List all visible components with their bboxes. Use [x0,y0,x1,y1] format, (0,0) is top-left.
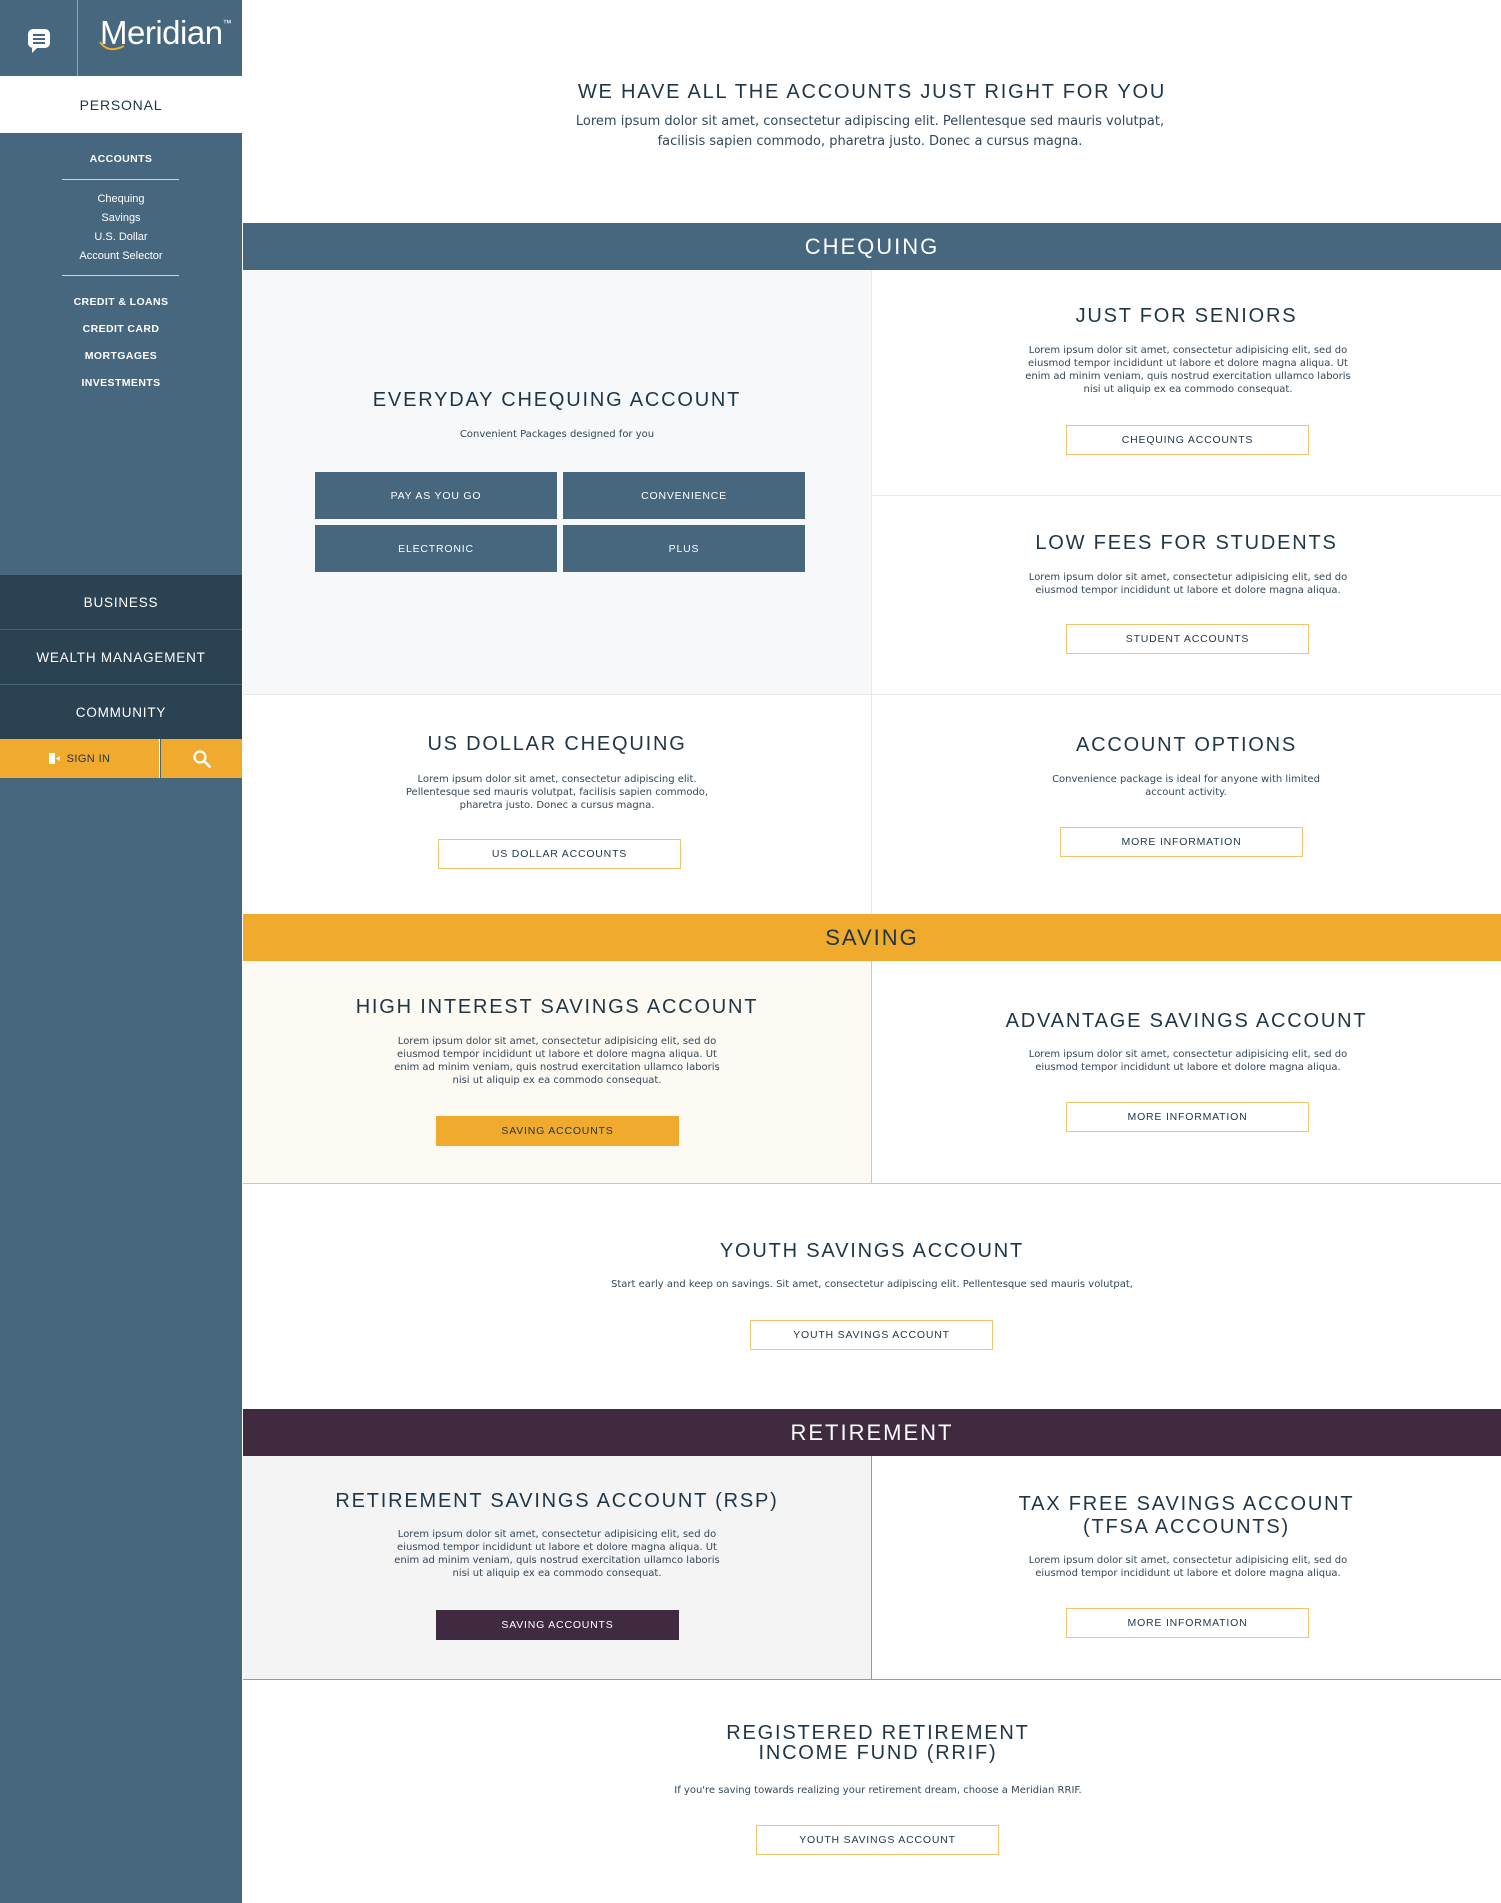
sidebar-item-us-dollar[interactable]: U.S. Dollar [0,231,242,243]
sidebar: Meridian™ PERSONAL ACCOUNTS Chequing Sav… [0,0,242,1903]
sidebar-item-credit-card[interactable]: CREDIT CARD [0,323,242,335]
us-dollar-accounts-button[interactable]: US DOLLAR ACCOUNTS [438,839,681,869]
advantage-more-button[interactable]: MORE INFORMATION [1066,1102,1309,1132]
divider [243,1183,1501,1184]
saving-accounts-button[interactable]: SAVING ACCOUNTS [436,1116,679,1146]
divider [871,270,872,914]
tfsa-more-button[interactable]: MORE INFORMATION [1066,1608,1309,1638]
nav-business[interactable]: BUSINESS [0,575,242,629]
account-options-text: Convenience package is ideal for anyone … [1052,774,1320,798]
divider [243,1679,1501,1680]
tfsa-title-line2: (TFSA ACCOUNTS) [1082,1516,1290,1538]
youth-title: YOUTH SAVINGS ACCOUNT [719,1240,1025,1262]
rsp-title: RETIREMENT SAVINGS ACCOUNT (RSP) [335,1490,779,1512]
rrif-title-line2: INCOME FUND (RRIF) [758,1742,998,1764]
sidebar-item-investments[interactable]: INVESTMENTS [0,377,242,389]
rsp-text: Lorem ipsum dolor sit amet, consectetur … [394,1529,720,1579]
everyday-chequing-title: EVERYDAY CHEQUING ACCOUNT [372,389,742,411]
divider [62,275,179,276]
divider [871,961,872,1183]
tfsa-title-line1: TAX FREE SAVINGS ACCOUNT [1018,1493,1355,1515]
everyday-chequing-subtitle: Convenient Packages designed for you [459,429,655,440]
sign-in-label: SIGN IN [66,752,111,765]
account-options-title: ACCOUNT OPTIONS [1075,734,1298,756]
menu-button[interactable] [0,0,78,76]
divider [62,179,179,180]
tab-personal[interactable]: PERSONAL [0,76,242,133]
nav-wealth-management[interactable]: WEALTH MANAGEMENT [0,630,242,684]
intro-title: WE HAVE ALL THE ACCOUNTS JUST RIGHT FOR … [577,81,1167,103]
sidebar-item-account-selector[interactable]: Account Selector [0,250,242,262]
nav-community[interactable]: COMMUNITY [0,685,242,739]
advantage-text: Lorem ipsum dolor sit amet, consectetur … [1028,1049,1348,1073]
chequing-accounts-button[interactable]: CHEQUING ACCOUNTS [1066,425,1309,455]
sidebar-item-credit-loans[interactable]: CREDIT & LOANS [0,296,242,308]
rsp-saving-accounts-button[interactable]: SAVING ACCOUNTS [436,1610,679,1640]
high-interest-text: Lorem ipsum dolor sit amet, consectetur … [394,1036,720,1086]
students-title: LOW FEES FOR STUDENTS [1035,532,1338,554]
high-interest-title: HIGH INTEREST SAVINGS ACCOUNT [355,996,759,1018]
students-text: Lorem ipsum dolor sit amet, consectetur … [1028,572,1348,596]
intro-text: Lorem ipsum dolor sit amet, consectetur … [575,114,1165,149]
logo-swoosh-icon [99,41,125,51]
brand-bar: Meridian™ [0,0,242,76]
saving-band: SAVING [243,914,1501,961]
sidebar-item-mortgages[interactable]: MORTGAGES [0,350,242,362]
youth-savings-button[interactable]: YOUTH SAVINGS ACCOUNT [750,1320,993,1350]
divider [872,495,1501,496]
plus-button[interactable]: PLUS [563,525,805,572]
retirement-band: RETIREMENT [243,1409,1501,1456]
sidebar-item-chequing[interactable]: Chequing [0,193,242,205]
tfsa-text: Lorem ipsum dolor sit amet, consectetur … [1028,1555,1348,1579]
rrif-text: If you're saving towards realizing your … [674,1785,1082,1796]
chat-menu-icon [27,28,50,53]
sign-in-button[interactable]: SIGN IN [0,739,160,778]
youth-text: Start early and keep on savings. Sit ame… [611,1279,1133,1290]
search-button[interactable] [161,739,242,778]
convenience-button[interactable]: CONVENIENCE [563,472,805,519]
search-icon [192,749,211,768]
chequing-band: CHEQUING [243,223,1501,270]
seniors-title: JUST FOR SENIORS [1075,305,1298,327]
account-options-more-button[interactable]: MORE INFORMATION [1060,827,1303,857]
us-dollar-title: US DOLLAR CHEQUING [427,733,687,755]
advantage-title: ADVANTAGE SAVINGS ACCOUNT [1005,1010,1368,1032]
logo-trademark: ™ [222,18,232,28]
sidebar-item-savings[interactable]: Savings [0,212,242,224]
us-dollar-text: Lorem ipsum dolor sit amet, consectetur … [405,774,709,811]
door-icon [48,753,61,764]
seniors-text: Lorem ipsum dolor sit amet, consectetur … [1025,345,1351,395]
divider [243,694,1501,695]
rrif-youth-savings-button[interactable]: YOUTH SAVINGS ACCOUNT [756,1825,999,1855]
pay-as-you-go-button[interactable]: PAY AS YOU GO [315,472,557,519]
divider [871,1456,872,1679]
electronic-button[interactable]: ELECTRONIC [315,525,557,572]
accounts-heading[interactable]: ACCOUNTS [0,153,242,165]
student-accounts-button[interactable]: STUDENT ACCOUNTS [1066,624,1309,654]
